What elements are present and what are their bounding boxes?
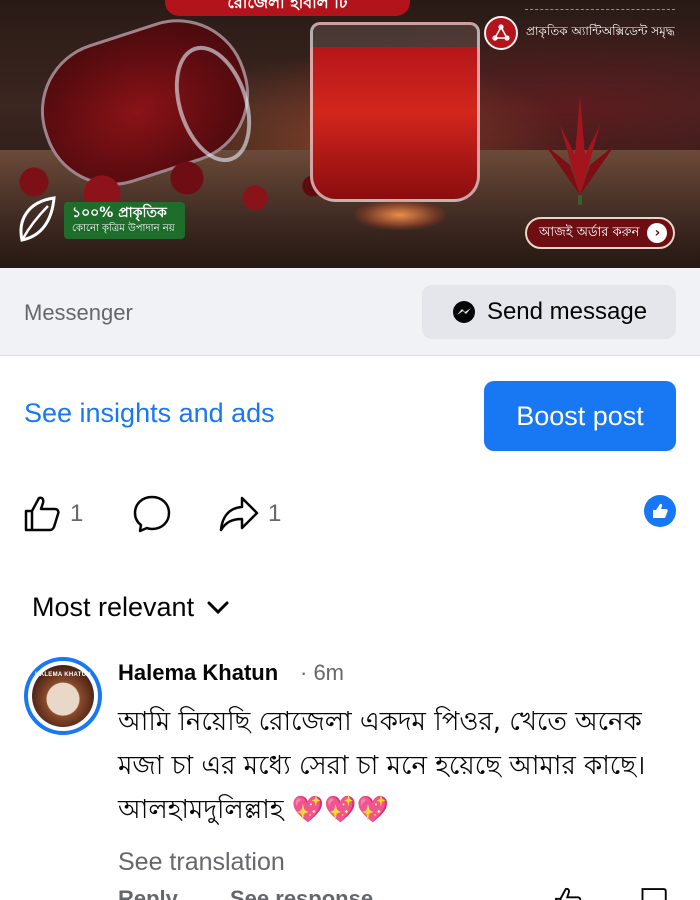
see-translation-link[interactable]: See translation: [118, 848, 285, 877]
chevron-right-icon: ›: [647, 223, 668, 243]
order-now-label: আজই অর্ডার করুন: [539, 224, 640, 240]
banner-tea-glass-image: [310, 22, 480, 202]
messenger-icon: [452, 301, 475, 323]
comments-sort-dropdown[interactable]: Most relevant: [32, 592, 230, 623]
boost-post-button[interactable]: Boost post: [484, 381, 676, 451]
reply-link[interactable]: Reply: [118, 886, 178, 900]
leaf-icon: [19, 196, 56, 242]
banner-feature-row: প্রাকৃতিক অ্যান্টিঅক্সিডেন্ট সমৃদ্ধ: [484, 16, 675, 50]
comment-action[interactable]: [132, 494, 172, 534]
comment-text: আমি নিয়েছি রোজেলা একদম পিওর, খেতে অনেক …: [118, 707, 646, 825]
share-count: 1: [268, 500, 282, 527]
send-message-label: Send message: [486, 298, 648, 325]
comments-sort-label: Most relevant: [32, 592, 195, 622]
banner-divider: [525, 9, 675, 10]
natural-badge-box: ১০০% প্রাকৃতিক কোনো কৃত্রিম উপাদান নয়: [64, 201, 185, 239]
see-response-link[interactable]: See response: [230, 886, 373, 900]
comment-like-icon[interactable]: [553, 886, 583, 900]
like-action[interactable]: 1: [22, 494, 83, 534]
order-now-button[interactable]: আজই অর্ডার করুন ›: [525, 217, 676, 249]
banner-feature-text: প্রাকৃতিক অ্যান্টিঅক্সিডেন্ট সমৃদ্ধ: [526, 24, 675, 38]
like-icon: [24, 496, 60, 532]
comment-reply-icon[interactable]: [638, 886, 668, 900]
commenter-name[interactable]: Halema Khatun: [118, 660, 278, 686]
banner-glass-glow: [355, 200, 445, 230]
molecule-icon: [484, 16, 518, 50]
post-actions-row: 1 1: [0, 488, 700, 538]
see-insights-link[interactable]: See insights and ads: [24, 398, 275, 429]
share-action[interactable]: 1: [218, 494, 281, 534]
avatar-image: HALEMA KHATUN: [32, 665, 94, 727]
messenger-cta-bar: Messenger Send message: [0, 268, 700, 356]
messenger-label: Messenger: [24, 300, 133, 325]
comment-timestamp: · 6m: [300, 660, 344, 685]
share-icon: [219, 496, 259, 532]
like-count: 1: [70, 500, 84, 527]
natural-badge-sub: কোনো কৃত্রিম উপাদান নয়: [72, 222, 175, 234]
banner-hibiscus-flower-image: [545, 95, 615, 205]
commenter-avatar[interactable]: HALEMA KHATUN: [24, 657, 102, 735]
send-message-button[interactable]: Send message: [422, 285, 676, 339]
chevron-down-icon: [207, 601, 229, 614]
like-reaction-icon[interactable]: [644, 495, 676, 527]
comment-footer-row: Reply See response: [118, 886, 678, 900]
natural-badge: ১০০% প্রাকৃতিক কোনো কৃত্রিম উপাদান নয়: [14, 194, 185, 246]
banner-title-pill: রোজেলা হার্বাল টি: [165, 0, 410, 16]
comment-icon: [133, 495, 171, 533]
post-image-banner[interactable]: রোজেলা হার্বাল টি প্রাকৃতিক অ্যান্টিঅক্স…: [0, 0, 700, 268]
natural-badge-main: ১০০% প্রাকৃতিক: [72, 204, 167, 221]
avatar-text: HALEMA KHATUN: [35, 672, 91, 678]
